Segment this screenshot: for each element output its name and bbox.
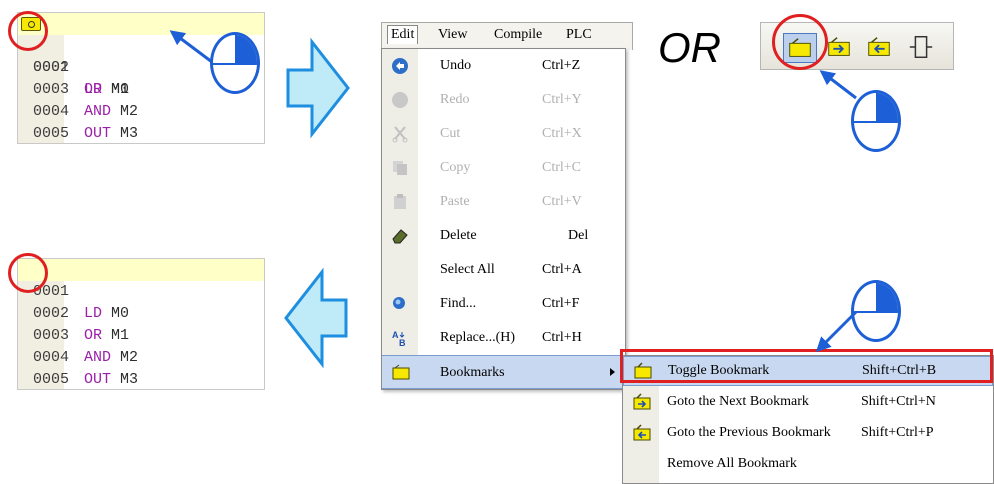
menu-compile[interactable]: Compile [494, 27, 542, 43]
menu-bar: Edit View Compile PLC [381, 22, 633, 50]
mouse-click-icon [851, 90, 901, 152]
submenu-item-previous-bookmark[interactable]: Goto the Previous Bookmark Shift+Ctrl+P [623, 419, 993, 449]
mouse-click-icon [210, 32, 260, 94]
toolbar-remove-all-bookmarks-button[interactable] [905, 33, 939, 63]
menu-item-label: Redo [440, 92, 470, 107]
menu-item-shortcut: Ctrl+C [542, 160, 582, 175]
line-number: 0005 [33, 371, 70, 388]
remove-all-bookmarks-icon [909, 35, 933, 59]
code-line[interactable]: 0005 [18, 347, 264, 388]
menu-item-label: Cut [440, 126, 461, 141]
find-icon [393, 297, 405, 309]
mouse-click-icon [851, 280, 901, 342]
menu-item-copy[interactable]: Copy Ctrl+C [382, 151, 625, 185]
menu-item-shortcut: Ctrl+F [542, 296, 580, 311]
menu-item-label: Undo [440, 58, 472, 73]
flow-arrow-left-icon [284, 267, 348, 369]
menu-item-label: Bookmarks [440, 365, 505, 380]
submenu-item-next-bookmark[interactable]: Goto the Next Bookmark Shift+Ctrl+N [623, 388, 993, 418]
highlight-toggle-bookmark-rect [620, 349, 993, 383]
annotation-circle-no-marker [8, 253, 48, 293]
menu-item-shortcut: Ctrl+Z [542, 58, 581, 73]
line-number: 0005 [33, 125, 70, 142]
menu-item-replace[interactable]: AB Replace...(H) Ctrl+H [382, 321, 625, 355]
menu-item-redo[interactable]: Redo Ctrl+Y [382, 83, 625, 117]
menu-item-paste[interactable]: Paste Ctrl+V [382, 185, 625, 219]
submenu-item-label: Goto the Next Bookmark [667, 394, 809, 409]
edit-menu: Undo Ctrl+Z Redo Ctrl+Y Cut Ctrl+X Copy … [381, 48, 626, 390]
instruction: OUT M3 [84, 125, 139, 142]
menu-item-label: Select All [440, 262, 495, 277]
cut-icon [392, 126, 408, 143]
eraser-icon [392, 229, 408, 244]
bookmark-icon [392, 364, 410, 380]
menu-item-find[interactable]: Find... Ctrl+F [382, 287, 625, 321]
menu-item-shortcut: Ctrl+V [542, 194, 582, 209]
instruction: OUT M3 [84, 371, 139, 388]
operand: M3 [120, 371, 139, 388]
menu-item-label: Copy [440, 160, 471, 175]
code-line[interactable]: 0003 AND M2 [18, 303, 264, 366]
or-label: OR [658, 24, 721, 71]
menu-item-delete[interactable]: Delete Del [382, 219, 625, 253]
code-line[interactable]: 0001 LD M0 [18, 259, 264, 322]
undo-icon [392, 58, 408, 74]
menu-view[interactable]: View [438, 27, 467, 43]
redo-icon [392, 92, 408, 108]
menu-item-label: Delete [440, 228, 477, 243]
menu-item-shortcut: Ctrl+X [542, 126, 582, 141]
copy-icon [393, 161, 407, 175]
toolbar-previous-bookmark-button[interactable] [863, 33, 897, 63]
replace-icon: AB [392, 330, 406, 347]
code-line[interactable]: 0004 OUT M3 [18, 325, 264, 388]
menu-edit[interactable]: Edit [387, 25, 419, 44]
previous-bookmark-icon [868, 37, 890, 56]
menu-plc[interactable]: PLC [566, 27, 592, 43]
submenu-item-shortcut: Shift+Ctrl+N [861, 394, 936, 409]
menu-item-label: Paste [440, 194, 470, 209]
next-bookmark-icon [828, 37, 850, 56]
menu-item-undo[interactable]: Undo Ctrl+Z [382, 49, 625, 83]
menu-item-shortcut: Ctrl+A [542, 262, 582, 277]
submenu-item-label: Remove All Bookmark [667, 456, 797, 471]
submenu-arrow-icon [610, 368, 615, 376]
svg-text:A: A [392, 330, 399, 340]
menu-item-bookmarks[interactable]: Bookmarks [382, 355, 625, 389]
operand: M3 [120, 125, 139, 142]
menu-item-select-all[interactable]: Select All Ctrl+A [382, 253, 625, 287]
annotation-circle-toolbar-button [772, 14, 828, 70]
menu-item-label: Find... [440, 296, 477, 311]
pointer-arrow [819, 70, 857, 100]
submenu-item-shortcut: Shift+Ctrl+P [861, 425, 934, 440]
toolbar-next-bookmark-button[interactable] [823, 33, 857, 63]
next-bookmark-icon [633, 393, 651, 410]
menu-item-label: Replace...(H) [440, 330, 516, 345]
menu-item-shortcut: Ctrl+Y [542, 92, 582, 107]
annotation-circle-bookmark-marker [8, 11, 48, 51]
pointer-arrow [815, 310, 858, 353]
svg-text:B: B [399, 338, 406, 347]
submenu-item-remove-all-bookmark[interactable]: Remove All Bookmark [623, 450, 993, 480]
previous-bookmark-icon [633, 424, 651, 441]
menu-item-shortcut: Del [568, 228, 589, 243]
code-line[interactable]: 0001 LD M0 [18, 13, 264, 98]
flow-arrow-right-icon [286, 37, 350, 139]
submenu-item-label: Goto the Previous Bookmark [667, 425, 831, 440]
code-line[interactable]: 0005 [18, 101, 264, 142]
paste-icon [394, 194, 406, 209]
menu-item-shortcut: Ctrl+H [542, 330, 582, 345]
menu-item-cut[interactable]: Cut Ctrl+X [382, 117, 625, 151]
code-editor-after: 0001 LD M0 0002 OR M1 0003 AND M2 0004 O… [17, 258, 265, 390]
code-line[interactable]: 0002 OR M1 [18, 281, 264, 344]
